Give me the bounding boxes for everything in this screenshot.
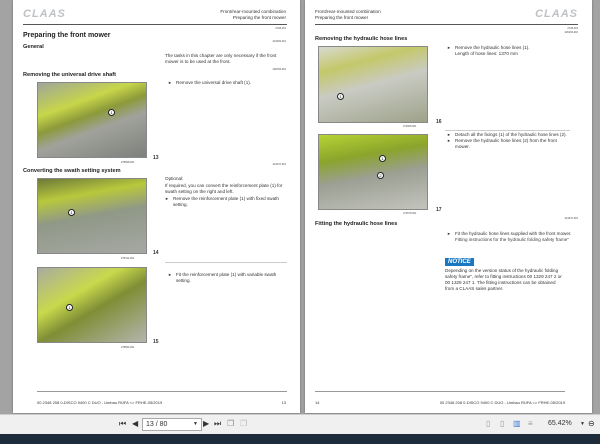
- code: 221037-001: [272, 163, 286, 166]
- callout: 1: [337, 93, 344, 100]
- instruction-step: Fit the reinforcement plate (1) with var…: [168, 272, 288, 284]
- two-page-continuous-icon[interactable]: ≡: [528, 419, 533, 428]
- instruction-step: Remove the hydraulic hose lines (2) from…: [447, 138, 572, 150]
- code: 271665-001: [403, 125, 417, 128]
- footer-rule: [37, 391, 287, 392]
- zoom-dropdown-icon[interactable]: ▼: [580, 421, 585, 427]
- reference-text: Fitting instructions for the hydraulic f…: [455, 237, 569, 242]
- callout: 1: [68, 209, 75, 216]
- callout: 1: [379, 155, 386, 162]
- page-title: Preparing the front mower: [23, 32, 111, 39]
- paste-icon[interactable]: ❐: [240, 419, 247, 428]
- notice-text: Depending on the version status of the h…: [445, 268, 562, 291]
- figure-16-photo: 1: [318, 46, 428, 123]
- code: 276594-001: [121, 346, 135, 349]
- single-page-icon[interactable]: ▯: [486, 419, 490, 428]
- first-page-icon[interactable]: ⏮: [119, 419, 126, 429]
- header-line: Preparing the front mower: [232, 15, 286, 20]
- figure-13-photo: 1: [37, 82, 147, 158]
- instruction-step: Remove the hydraulic hose lines (1).: [447, 45, 572, 51]
- step-block: Remove the hydraulic hose lines (1). Len…: [447, 45, 572, 57]
- zoom-level[interactable]: 65.42%: [548, 420, 572, 427]
- code: 2728-001: [275, 27, 286, 30]
- optional-label: Optional:: [165, 176, 184, 181]
- copy-icon[interactable]: ❐: [227, 419, 234, 428]
- footer-rule: [315, 391, 565, 392]
- section-heading: Fitting the hydraulic hose lines: [315, 221, 398, 227]
- footer-page: 13: [281, 400, 286, 405]
- taskbar: [0, 434, 600, 444]
- last-page-icon[interactable]: ⏭: [214, 419, 221, 429]
- code: 271676-001: [403, 212, 417, 215]
- general-heading: General: [23, 44, 44, 50]
- figure-number: 17: [436, 207, 442, 213]
- figure-number: 15: [153, 339, 159, 345]
- pdf-toolbar: ⏮ ◀ 13 / 80 ▼ ▶ ⏭ ❐ ❐ ▯ ▯ ▥ ≡ 65.42% ▼ ⊖: [0, 414, 600, 434]
- claas-logo: CLAAS: [23, 8, 66, 20]
- instruction-step: Remove the reinforcement plate (1) with …: [165, 196, 287, 208]
- page-header: Front/rear-mounted combination Preparing…: [220, 9, 286, 21]
- page-number-value: 13 / 80: [146, 421, 168, 428]
- footer-page: 14: [315, 400, 320, 405]
- figure-15-photo: 1: [37, 267, 147, 343]
- header-rule: [23, 24, 287, 25]
- header-line: Preparing the front mower: [315, 15, 369, 20]
- previous-page-icon[interactable]: ◀: [132, 419, 138, 428]
- zoom-out-icon[interactable]: ⊖: [588, 419, 595, 428]
- claas-logo: CLAAS: [535, 8, 578, 20]
- figure-number: 14: [153, 250, 159, 256]
- code: 248783-001: [272, 68, 286, 71]
- hose-length-note: Length of hose lines: 1370 mm: [455, 51, 518, 56]
- header-rule: [315, 24, 578, 25]
- next-page-icon[interactable]: ▶: [203, 419, 209, 428]
- pdf-page-right: Front/rear-mounted combination Preparing…: [305, 0, 592, 413]
- instruction-step: Fit the hydraulic hose lines supplied wi…: [447, 231, 572, 237]
- code: 226163-001: [564, 31, 578, 34]
- code: 276598-001: [121, 161, 135, 164]
- optional-block: Optional: If required, you can convert t…: [165, 176, 287, 208]
- chevron-down-icon[interactable]: ▼: [193, 421, 198, 427]
- pdf-page-left: CLAAS Front/rear-mounted combination Pre…: [13, 0, 300, 413]
- continuous-page-icon[interactable]: ▯: [500, 419, 504, 428]
- section-heading: Converting the swath setting system: [23, 168, 121, 174]
- two-page-icon[interactable]: ▥: [513, 419, 521, 428]
- figure-17-photo: 1 2: [318, 134, 428, 210]
- callout: 1: [66, 304, 73, 311]
- optional-text: If required, you can convert the reinfor…: [165, 183, 283, 194]
- divider: [445, 130, 570, 131]
- code: 2728-001: [567, 27, 578, 30]
- code: 221006-001: [272, 40, 286, 43]
- section-heading: Removing the universal drive shaft: [23, 72, 116, 78]
- notice-badge: NOTICE: [445, 258, 474, 266]
- instruction-step: Remove the universal drive shaft (1).: [168, 80, 288, 86]
- page-header: Front/rear-mounted combination Preparing…: [315, 9, 381, 21]
- figure-number: 13: [153, 155, 159, 161]
- footer-doc: 00 2348 208 0-DISCO 9400 C DUO - Umbau R…: [439, 400, 565, 405]
- general-text: The tasks in this chapter are only neces…: [165, 53, 277, 64]
- figure-number: 16: [436, 119, 442, 125]
- section-heading: Removing the hydraulic hose lines: [315, 36, 408, 42]
- callout: 2: [377, 172, 384, 179]
- code: 276411-001: [121, 257, 135, 260]
- step-block: Detach all the fixings (1) of the hydrau…: [447, 132, 572, 150]
- page-number-input[interactable]: 13 / 80 ▼: [142, 418, 202, 431]
- code: 221047-001: [564, 217, 578, 220]
- footer-doc: 00 2348 208 0-DISCO 9400 C DUO - Umbau R…: [37, 400, 163, 405]
- callout: 1: [108, 109, 115, 116]
- divider: [165, 262, 287, 263]
- figure-14-photo: 1: [37, 178, 147, 254]
- step-block: Fit the hydraulic hose lines supplied wi…: [447, 231, 572, 243]
